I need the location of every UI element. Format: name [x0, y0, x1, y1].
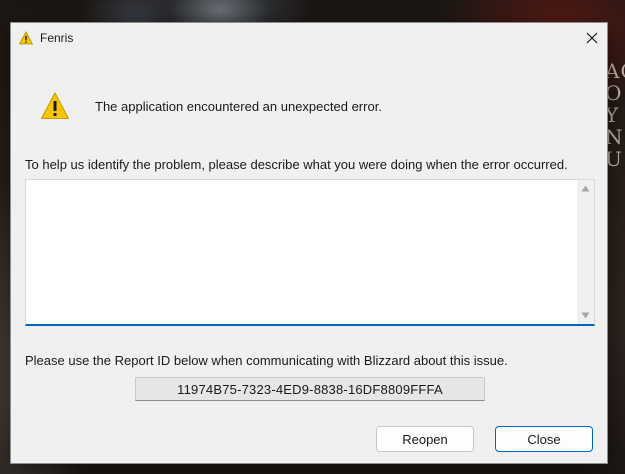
report-id-prompt: Please use the Report ID below when comm…	[25, 353, 508, 368]
triangle-up-icon	[581, 185, 590, 192]
scroll-down-button[interactable]	[577, 307, 594, 324]
reopen-button[interactable]: Reopen	[376, 426, 474, 452]
window-close-button[interactable]	[577, 23, 607, 53]
warning-icon	[19, 31, 33, 45]
scrollbar[interactable]	[577, 180, 594, 324]
description-textarea[interactable]	[25, 179, 595, 326]
report-id-field[interactable]: 11974B75-7323-4ED9-8838-16DF8809FFFA	[135, 377, 485, 401]
triangle-down-icon	[581, 312, 590, 319]
title-bar[interactable]: Fenris	[11, 23, 607, 53]
description-prompt: To help us identify the problem, please …	[25, 157, 568, 172]
background-art-text: AC O Y N U	[605, 59, 625, 171]
error-message: The application encountered an unexpecte…	[95, 99, 382, 114]
warning-icon	[41, 92, 69, 119]
error-dialog: Fenris The application encountered an un…	[10, 22, 608, 464]
close-button[interactable]: Close	[495, 426, 593, 452]
window-title: Fenris	[40, 31, 74, 45]
scroll-up-button[interactable]	[577, 180, 594, 197]
close-icon	[586, 32, 598, 44]
